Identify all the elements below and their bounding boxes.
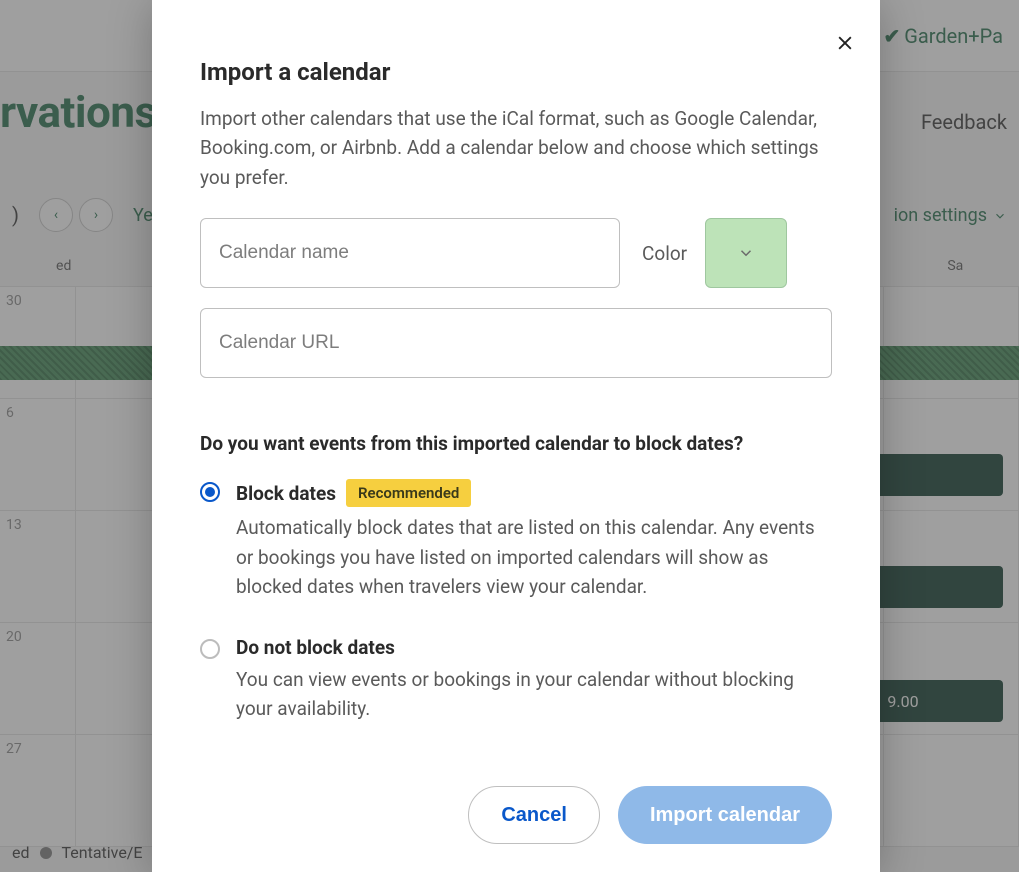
option-description: Automatically block dates that are liste… — [236, 513, 832, 601]
modal-description: Import other calendars that use the iCal… — [200, 104, 832, 192]
close-icon — [835, 33, 855, 53]
modal-title: Import a calendar — [200, 58, 832, 86]
radio-do-not-block[interactable] — [200, 639, 220, 659]
option-title: Do not block dates — [236, 636, 395, 659]
import-calendar-button[interactable]: Import calendar — [618, 786, 832, 844]
close-button[interactable] — [832, 30, 858, 56]
modal-footer: Cancel Import calendar — [200, 766, 832, 844]
color-picker-button[interactable] — [705, 218, 787, 288]
option-description: You can view events or bookings in your … — [236, 665, 832, 724]
color-label: Color — [642, 242, 687, 265]
recommended-badge: Recommended — [346, 479, 471, 507]
option-block-dates[interactable]: Block dates Recommended Automatically bl… — [200, 479, 832, 601]
calendar-name-input[interactable] — [200, 218, 620, 288]
import-calendar-modal: Import a calendar Import other calendars… — [152, 0, 880, 872]
option-do-not-block[interactable]: Do not block dates You can view events o… — [200, 636, 832, 724]
chevron-down-icon — [737, 244, 755, 262]
option-title: Block dates — [236, 482, 336, 505]
radio-block-dates[interactable] — [200, 482, 220, 502]
calendar-url-input[interactable] — [200, 308, 832, 378]
cancel-button[interactable]: Cancel — [468, 786, 600, 844]
block-dates-question: Do you want events from this imported ca… — [200, 432, 832, 455]
